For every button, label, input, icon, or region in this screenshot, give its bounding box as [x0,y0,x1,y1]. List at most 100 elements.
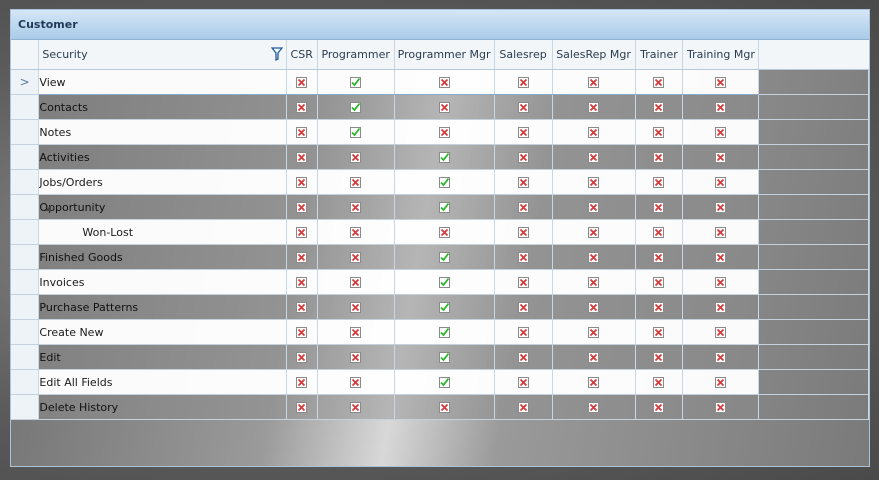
permission-cell[interactable] [394,144,495,170]
deny-icon[interactable] [517,176,529,189]
permission-cell[interactable] [394,269,495,295]
permission-cell[interactable] [682,169,760,195]
permission-cell[interactable] [394,369,495,395]
deny-icon[interactable] [653,76,665,89]
deny-icon[interactable] [350,276,362,289]
column-header-trainer[interactable]: Trainer [635,40,684,70]
permission-cell[interactable] [494,394,553,420]
deny-icon[interactable] [296,76,308,89]
deny-icon[interactable] [715,276,727,289]
permission-cell[interactable] [317,119,395,145]
permission-cell[interactable] [682,369,760,395]
deny-icon[interactable] [715,351,727,364]
deny-icon[interactable] [517,126,529,139]
permission-cell[interactable] [552,269,636,295]
permission-cell[interactable] [682,269,760,295]
permission-cell[interactable] [552,319,636,345]
deny-icon[interactable] [517,351,529,364]
permission-cell[interactable] [552,219,636,245]
deny-icon[interactable] [296,326,308,339]
permission-cell[interactable] [682,394,760,420]
permission-cell[interactable] [394,94,495,120]
deny-icon[interactable] [350,326,362,339]
permission-cell[interactable] [317,269,395,295]
permission-cell[interactable] [494,294,553,320]
deny-icon[interactable] [653,226,665,239]
permission-cell[interactable] [682,319,760,345]
row-indicator[interactable] [11,394,40,420]
deny-icon[interactable] [588,101,600,114]
deny-icon[interactable] [517,201,529,214]
permission-cell[interactable] [682,119,760,145]
permission-cell[interactable] [635,294,684,320]
deny-icon[interactable] [517,226,529,239]
table-row[interactable]: Purchase Patterns [11,294,869,320]
permission-cell[interactable] [682,194,760,220]
permission-cell[interactable] [552,144,636,170]
permission-cell[interactable] [635,194,684,220]
table-row[interactable]: Edit [11,344,869,370]
permission-cell[interactable] [317,94,395,120]
permission-cell[interactable] [552,344,636,370]
table-row[interactable]: Edit All Fields [11,369,869,395]
permission-cell[interactable] [494,144,553,170]
permission-cell[interactable] [682,144,760,170]
permission-cell[interactable] [552,169,636,195]
permission-cell[interactable] [286,369,318,395]
permission-cell[interactable] [394,119,495,145]
deny-icon[interactable] [653,151,665,164]
deny-icon[interactable] [653,276,665,289]
check-icon[interactable] [438,176,450,189]
check-icon[interactable] [350,76,362,89]
table-row[interactable]: Activities [11,144,869,170]
column-header-programmer[interactable]: Programmer [317,40,395,70]
deny-icon[interactable] [517,151,529,164]
deny-icon[interactable] [715,176,727,189]
permission-cell[interactable] [286,319,318,345]
row-indicator[interactable] [11,219,40,245]
deny-icon[interactable] [715,401,727,414]
deny-icon[interactable] [715,326,727,339]
column-header-programmer-mgr[interactable]: Programmer Mgr [394,40,495,70]
deny-icon[interactable] [350,376,362,389]
permission-cell[interactable] [494,94,553,120]
deny-icon[interactable] [517,101,529,114]
permission-cell[interactable] [494,194,553,220]
permission-cell[interactable] [635,219,684,245]
permission-cell[interactable] [394,319,495,345]
check-icon[interactable] [438,251,450,264]
table-row[interactable]: Notes [11,119,869,145]
permission-cell[interactable] [317,169,395,195]
permission-cell[interactable] [552,294,636,320]
deny-icon[interactable] [588,326,600,339]
permission-cell[interactable] [682,94,760,120]
check-icon[interactable] [350,126,362,139]
permission-cell[interactable] [286,269,318,295]
permission-cell[interactable] [317,219,395,245]
deny-icon[interactable] [715,301,727,314]
row-indicator[interactable] [11,269,40,295]
permission-cell[interactable] [682,69,760,95]
table-row[interactable]: Contacts [11,94,869,120]
row-indicator[interactable] [11,244,40,270]
deny-icon[interactable] [296,301,308,314]
permission-cell[interactable] [394,69,495,95]
deny-icon[interactable] [653,401,665,414]
column-header-csr[interactable]: CSR [286,40,318,70]
permission-cell[interactable] [552,194,636,220]
deny-icon[interactable] [715,151,727,164]
deny-icon[interactable] [715,201,727,214]
permission-cell[interactable] [286,294,318,320]
column-header-salesrep[interactable]: Salesrep [494,40,553,70]
permission-cell[interactable] [682,244,760,270]
permission-cell[interactable] [494,244,553,270]
column-header-salesrep-mgr[interactable]: SalesRep Mgr [552,40,636,70]
deny-icon[interactable] [588,401,600,414]
deny-icon[interactable] [588,76,600,89]
permission-cell[interactable] [552,69,636,95]
permission-cell[interactable] [286,144,318,170]
deny-icon[interactable] [653,101,665,114]
deny-icon[interactable] [715,226,727,239]
permission-cell[interactable] [394,169,495,195]
deny-icon[interactable] [588,301,600,314]
